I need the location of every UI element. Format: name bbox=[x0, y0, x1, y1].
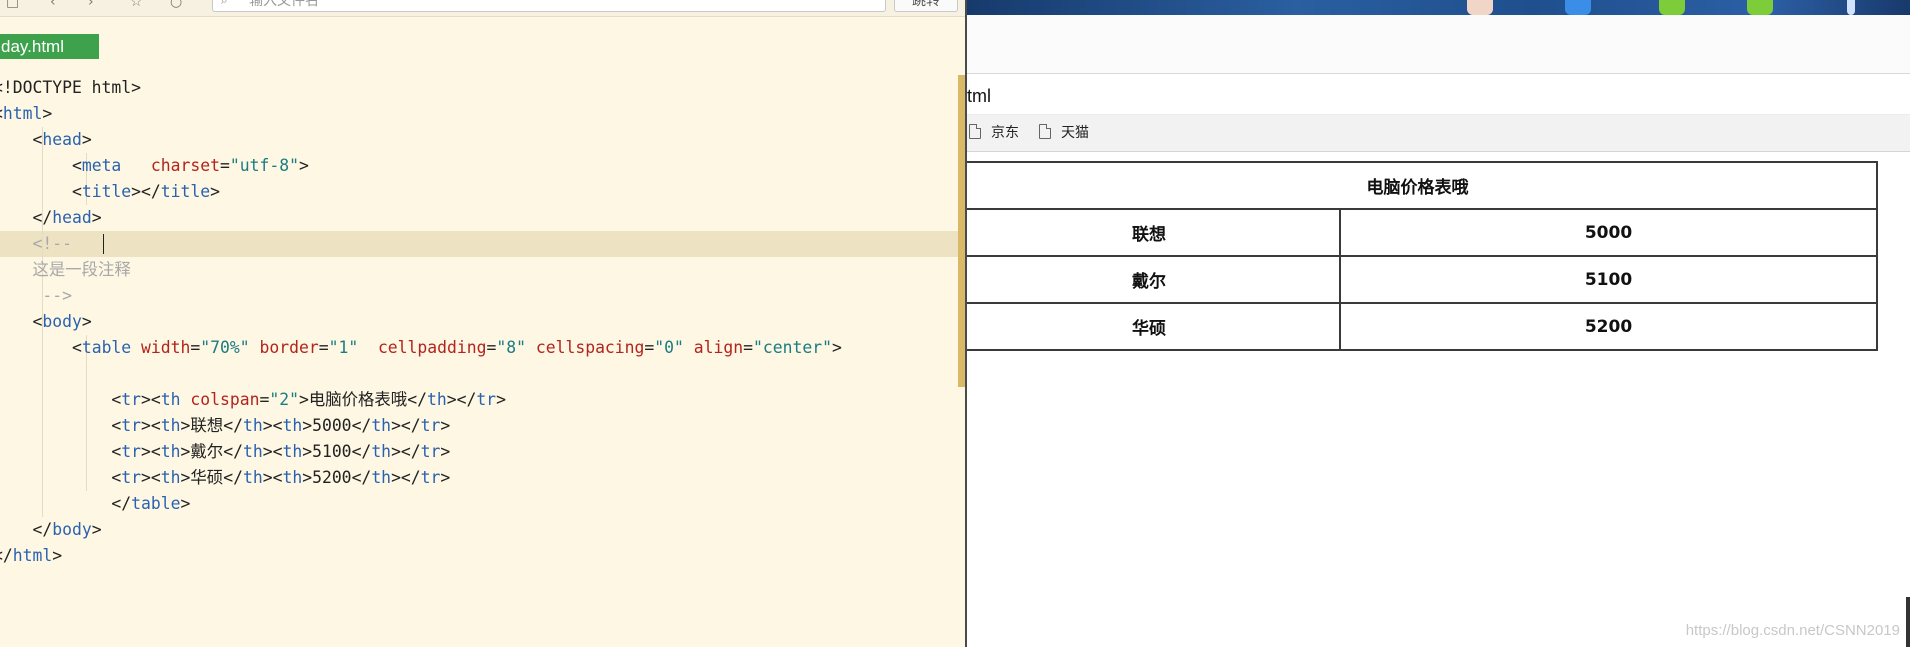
indent-guide bbox=[42, 361, 43, 387]
text-caret bbox=[103, 234, 104, 254]
bookmark-label: 天猫 bbox=[1061, 125, 1089, 141]
code-text: <tr><th>戴尔</th><th>5100</th></tr> bbox=[111, 442, 451, 461]
code-line[interactable]: <tr><th>华硕</th><th>5200</th></tr> bbox=[0, 465, 958, 491]
table-row: 联想 5000 bbox=[967, 208, 1878, 257]
editor-scrollbar[interactable] bbox=[958, 75, 965, 387]
code-line[interactable]: <tr><th>联想</th><th>5000</th></tr> bbox=[0, 413, 958, 439]
file-tab[interactable]: day.html bbox=[0, 34, 99, 59]
table-row: 电脑价格表哦 bbox=[967, 161, 1878, 210]
code-text: --> bbox=[42, 286, 72, 305]
code-text: <html> bbox=[0, 104, 53, 123]
table-row: 华硕 5200 bbox=[967, 302, 1878, 351]
code-line[interactable]: <!-- bbox=[0, 231, 958, 257]
bookmark-icon[interactable]: ☆ bbox=[130, 0, 143, 10]
brand-cell: 联想 bbox=[967, 208, 1341, 257]
code-text: <tr><th colspan="2">电脑价格表哦</th></tr> bbox=[111, 390, 506, 409]
code-line[interactable]: <head> bbox=[0, 127, 958, 153]
brand-cell: 华硕 bbox=[967, 302, 1341, 351]
go-button[interactable]: 跳转 bbox=[894, 0, 958, 12]
bookmark-tmall[interactable]: 天猫 bbox=[1039, 123, 1089, 143]
table-caption: 电脑价格表哦 bbox=[967, 161, 1878, 210]
code-text: <!-- bbox=[32, 234, 72, 253]
code-text: <tr><th>华硕</th><th>5200</th></tr> bbox=[111, 468, 451, 487]
file-search-placeholder: 输入文件名 bbox=[249, 0, 319, 9]
refresh-icon[interactable]: ○ bbox=[170, 0, 182, 10]
price-cell: 5100 bbox=[1339, 255, 1878, 304]
bookmark-icon bbox=[1565, 0, 1591, 15]
banner-app-icon bbox=[1659, 0, 1685, 15]
code-text: </head> bbox=[32, 208, 102, 227]
code-text: 这是一段注释 bbox=[32, 260, 131, 279]
new-file-icon[interactable]: □ bbox=[6, 0, 19, 10]
code-text: <tr><th>联想</th><th>5000</th></tr> bbox=[111, 416, 451, 435]
code-line[interactable]: </table> bbox=[0, 491, 958, 517]
price-cell: 5200 bbox=[1339, 302, 1878, 351]
code-line[interactable]: <body> bbox=[0, 309, 958, 335]
file-search-input[interactable]: ⌕ 输入文件名 bbox=[212, 0, 886, 12]
browser-preview: tml 京东 天猫 电脑价格表哦 联想 5000 戴尔 5100 华硕 5200… bbox=[967, 0, 1910, 647]
code-text: <head> bbox=[32, 130, 92, 149]
code-text: <!DOCTYPE html> bbox=[0, 78, 142, 97]
code-line[interactable]: </body> bbox=[0, 517, 958, 543]
bookmark-label: 京东 bbox=[991, 125, 1019, 141]
browser-tab-strip bbox=[967, 15, 1910, 74]
forward-icon[interactable]: › bbox=[88, 0, 94, 10]
code-area[interactable]: <!DOCTYPE html> <html> <head> <meta chars… bbox=[0, 75, 958, 569]
indent-guide bbox=[86, 361, 87, 387]
brand-cell: 戴尔 bbox=[967, 255, 1341, 304]
code-line[interactable]: 这是一段注释 bbox=[0, 257, 958, 283]
desktop-banner bbox=[967, 0, 1910, 15]
bookmark-jd[interactable]: 京东 bbox=[969, 123, 1019, 143]
code-text: </table> bbox=[111, 494, 191, 513]
code-text: </body> bbox=[32, 520, 102, 539]
bookmarks-bar: 京东 天猫 bbox=[967, 115, 1910, 152]
code-line[interactable]: </html> bbox=[0, 543, 958, 569]
banner-app-icon bbox=[1747, 0, 1773, 15]
code-line[interactable]: <tr><th colspan="2">电脑价格表哦</th></tr> bbox=[0, 387, 958, 413]
code-text: <table width="70%" border="1" cellpaddin… bbox=[71, 338, 842, 357]
code-line[interactable]: <table width="70%" border="1" cellpaddin… bbox=[0, 335, 958, 361]
banner-avatar-image bbox=[1467, 0, 1493, 15]
code-text: <title></title> bbox=[71, 182, 220, 201]
back-icon[interactable]: ‹ bbox=[50, 0, 56, 10]
code-line[interactable]: </head> bbox=[0, 205, 958, 231]
watermark: https://blog.csdn.net/CSNN2019 bbox=[1685, 622, 1900, 639]
code-line[interactable]: <title></title> bbox=[0, 179, 958, 205]
page-icon bbox=[1039, 124, 1051, 139]
banner-scroll-marker bbox=[1847, 0, 1855, 15]
code-editor[interactable]: □ ‹ › ☆ ○ ⌕ 输入文件名 跳转 day.html <!DOCTYPE … bbox=[0, 0, 965, 647]
code-text: <body> bbox=[32, 312, 92, 331]
code-text: </html> bbox=[0, 546, 63, 565]
price-cell: 5000 bbox=[1339, 208, 1878, 257]
window-edge bbox=[1906, 597, 1910, 647]
address-text[interactable]: tml bbox=[967, 84, 991, 108]
code-line[interactable]: <meta charset="utf-8"> bbox=[0, 153, 958, 179]
code-line[interactable] bbox=[0, 361, 958, 387]
code-line[interactable]: <html> bbox=[0, 101, 958, 127]
code-line[interactable]: --> bbox=[0, 283, 958, 309]
code-line[interactable]: <!DOCTYPE html> bbox=[0, 75, 958, 101]
search-icon: ⌕ bbox=[221, 0, 228, 7]
code-line[interactable]: <tr><th>戴尔</th><th>5100</th></tr> bbox=[0, 439, 958, 465]
table-row: 戴尔 5100 bbox=[967, 255, 1878, 304]
editor-toolbar: □ ‹ › ☆ ○ ⌕ 输入文件名 跳转 bbox=[0, 0, 965, 17]
price-table: 电脑价格表哦 联想 5000 戴尔 5100 华硕 5200 bbox=[967, 161, 1878, 351]
address-bar[interactable]: tml bbox=[967, 78, 1910, 115]
page-icon bbox=[969, 124, 981, 139]
code-text: <meta charset="utf-8"> bbox=[71, 156, 309, 175]
